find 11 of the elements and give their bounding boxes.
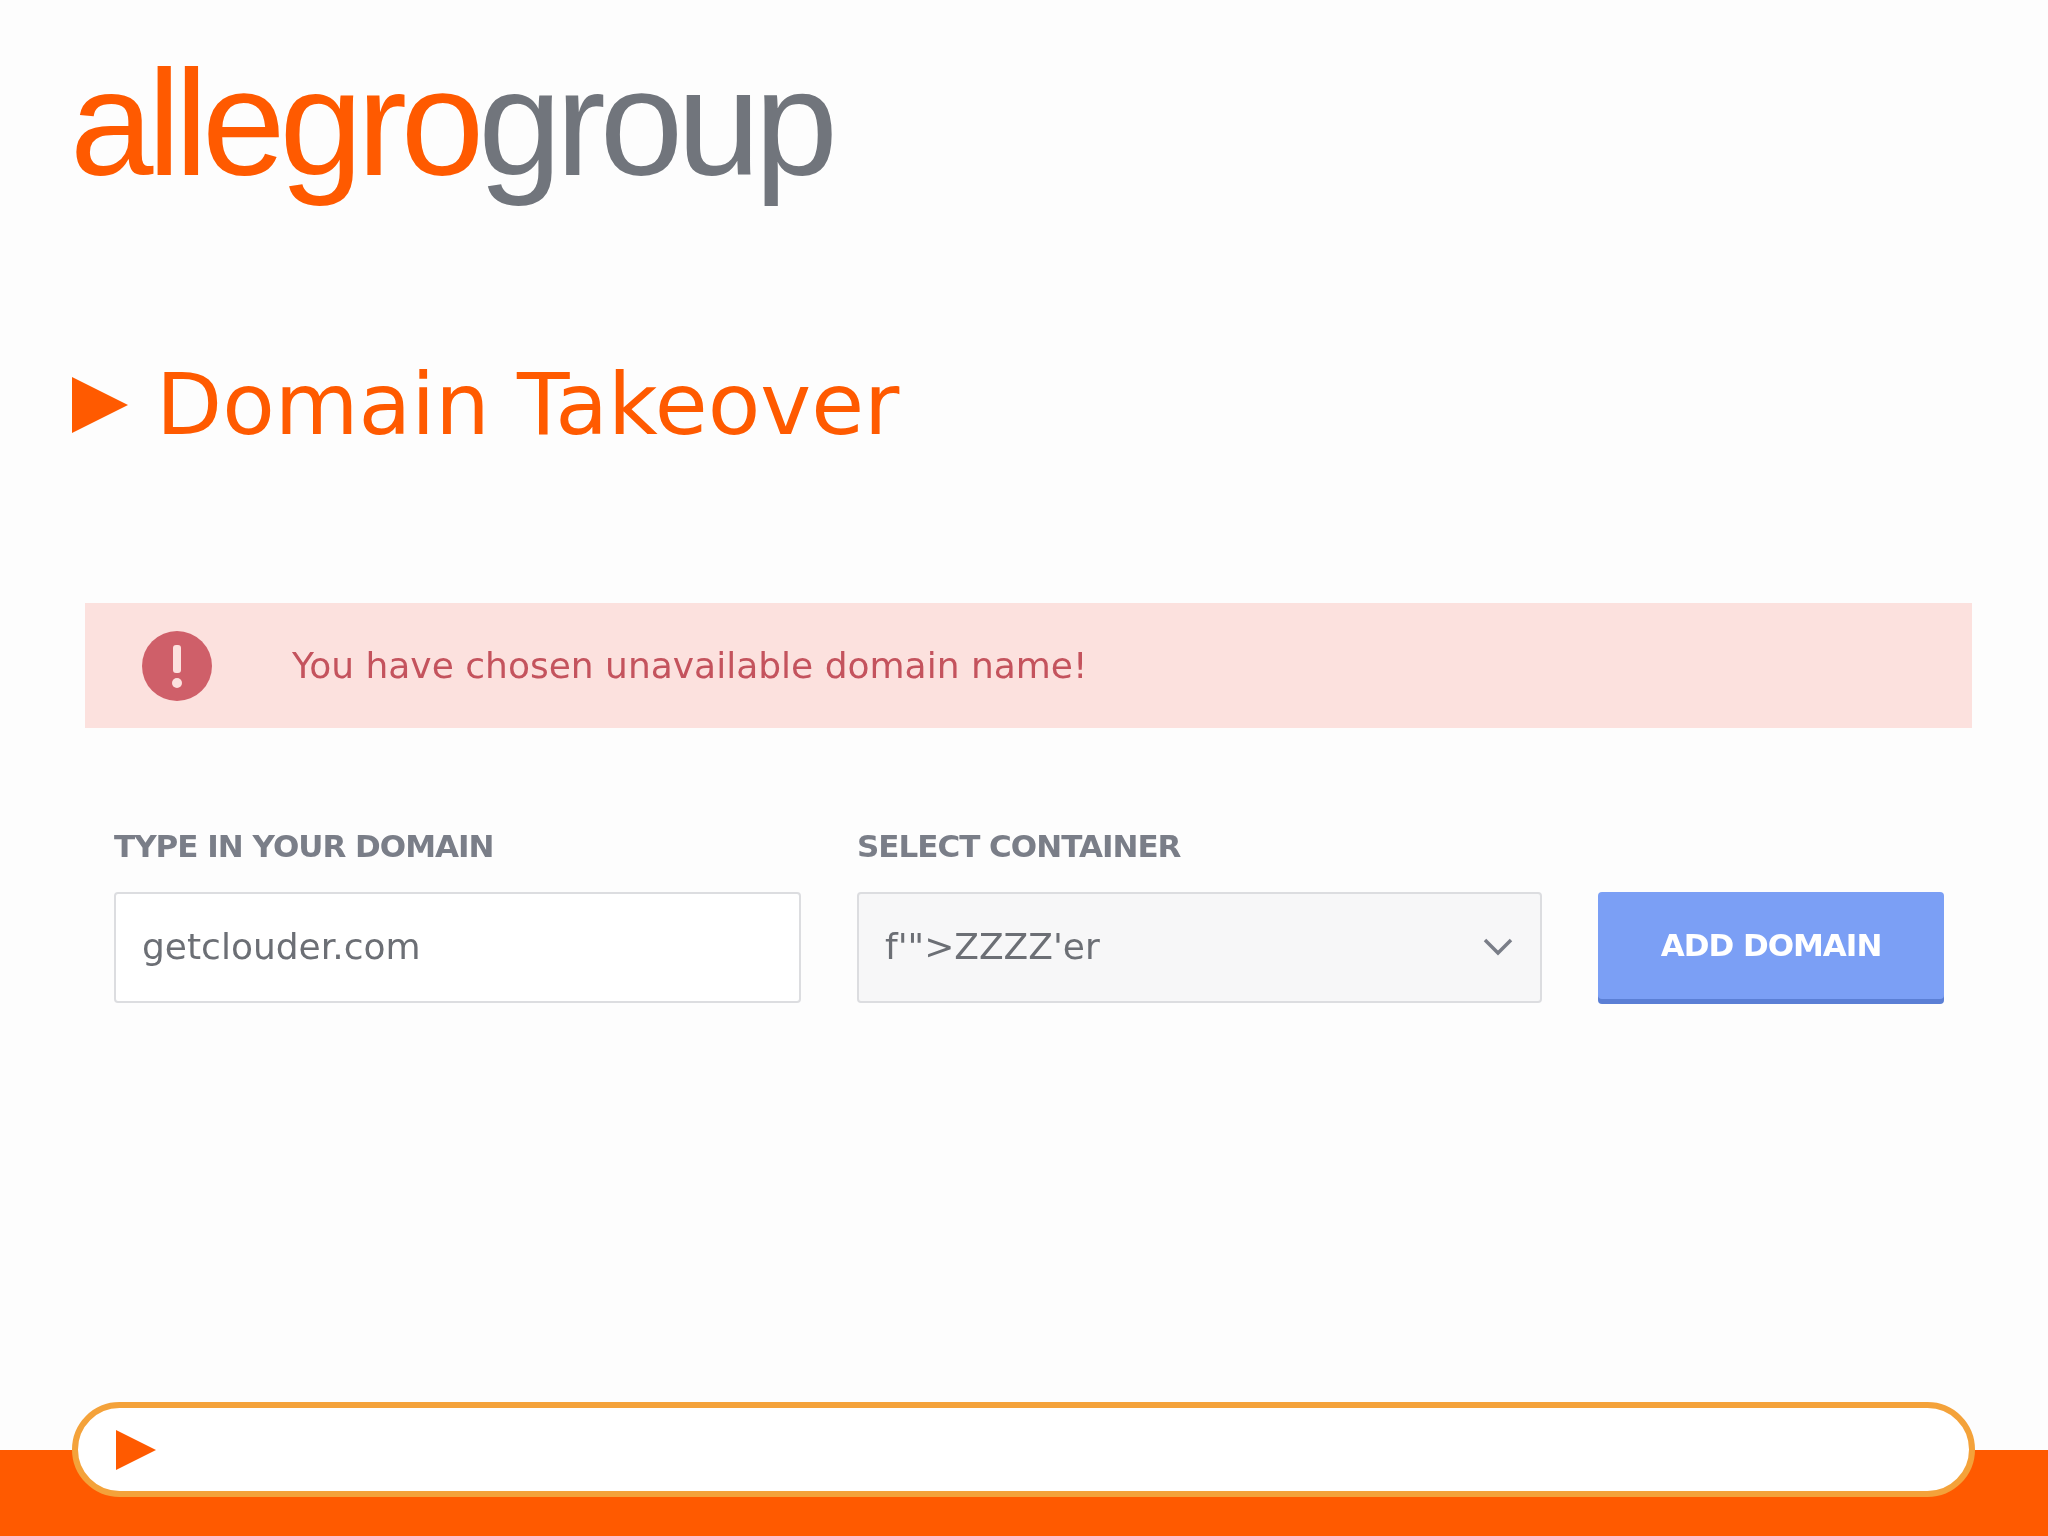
field-label: SELECT CONTAINER [857,827,1182,866]
container-select[interactable]: f'">ZZZZ'er [857,891,1542,1003]
exclamation-icon [142,630,212,701]
error-message: You have chosen unavailable domain name! [292,643,1088,688]
domain-input[interactable]: getclouder.com [114,891,801,1003]
triangle-icon [116,1429,156,1470]
field-label: TYPE IN YOUR DOMAIN [114,827,495,866]
logo: allegrogroup [70,38,832,209]
chevron-down-icon [1482,937,1514,957]
triangle-icon [72,377,128,433]
slide-title: Domain Takeover [156,353,900,457]
